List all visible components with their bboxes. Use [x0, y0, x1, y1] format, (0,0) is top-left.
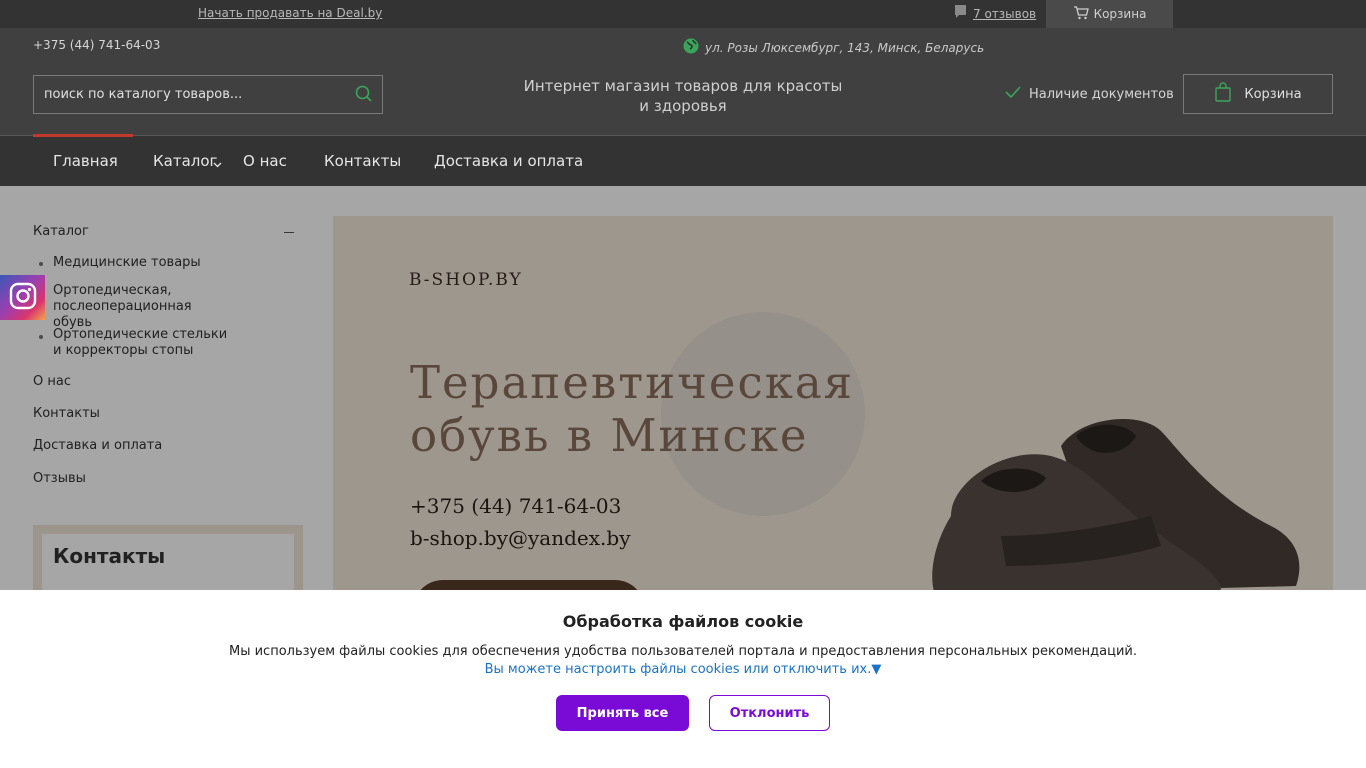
search-icon[interactable] [354, 84, 374, 104]
banner-heading-line-2: обувь в Минске [410, 409, 809, 462]
sidebar-reviews[interactable]: Отзывы [33, 471, 86, 486]
shoe-image [929, 419, 1300, 616]
top-cart-button[interactable]: Корзина [1046, 0, 1173, 28]
nav-about[interactable]: О нас [243, 152, 287, 170]
header-cart-button[interactable]: Корзина [1183, 74, 1333, 114]
sidebar-item-medical[interactable]: Медицинские товары [53, 255, 201, 271]
banner-email: b-shop.by@yandex.by [410, 526, 631, 550]
sidebar-about[interactable]: О нас [33, 374, 71, 389]
tagline-line-2: и здоровья [639, 97, 727, 115]
bag-icon [1214, 82, 1232, 106]
cookie-text: Мы используем файлы cookies для обеспече… [228, 644, 1137, 659]
bullet [39, 335, 43, 339]
bullet [39, 262, 43, 266]
collapse-icon[interactable] [284, 232, 294, 233]
header-phone[interactable]: +375 (44) 741-64-03 [33, 38, 160, 52]
nav-contacts[interactable]: Контакты [324, 152, 401, 170]
sidebar-item-insoles[interactable]: Ортопедические стельки и корректоры стоп… [53, 327, 233, 359]
reviews-block: 7 отзывов [954, 5, 1036, 23]
decline-button[interactable]: Отклонить [709, 695, 830, 731]
cookie-title: Обработка файлов cookie [562, 612, 804, 631]
header-cart-label: Корзина [1244, 86, 1302, 102]
top-bar: Начать продавать на Deal.by 7 отзывов Ко… [0, 0, 1366, 28]
tagline-line-1: Интернет магазин товаров для красоты [523, 77, 843, 95]
banner-heading: Терапевтическая обувь в Минске [410, 356, 854, 462]
nav-delivery[interactable]: Доставка и оплата [434, 152, 583, 170]
comment-icon [954, 4, 967, 24]
check-icon [1005, 86, 1021, 102]
main-nav: Главная Каталог О нас Контакты Доставка … [0, 134, 1366, 186]
start-selling-link[interactable]: Начать продавать на Deal.by [198, 6, 382, 20]
instagram-link[interactable] [0, 275, 45, 320]
header: +375 (44) 741-64-03 ул. Розы Люксембург,… [0, 28, 1366, 136]
address-text: ул. Розы Люксембург, 143, Минск, Беларус… [705, 40, 985, 55]
cart-icon [1073, 5, 1089, 23]
banner-heading-line-1: Терапевтическая [410, 356, 855, 409]
sidebar-item-orthopedic-shoes[interactable]: Ортопедическая, послеоперационная обувь [53, 283, 233, 331]
promo-banner[interactable]: B-SHOP.BY Терапевтическая обувь в Минске… [333, 216, 1333, 616]
documents-availability[interactable]: Наличие документов [1005, 86, 1174, 102]
site-tagline: Интернет магазин товаров для красоты и з… [520, 76, 846, 116]
documents-label: Наличие документов [1029, 86, 1174, 102]
reviews-link[interactable]: 7 отзывов [973, 7, 1036, 21]
instagram-icon [9, 282, 37, 314]
nav-home[interactable]: Главная [53, 152, 118, 170]
banner-phone: +375 (44) 741-64-03 [410, 494, 622, 518]
search-box [33, 75, 383, 114]
top-cart-label: Корзина [1093, 7, 1147, 21]
sidebar-delivery[interactable]: Доставка и оплата [33, 438, 162, 453]
nav-catalog[interactable]: Каталог [153, 152, 217, 170]
chevron-down-icon[interactable] [213, 154, 222, 172]
cookie-consent-panel: Обработка файлов cookie Мы используем фа… [0, 590, 1366, 768]
header-address: ул. Розы Люксембург, 143, Минск, Беларус… [683, 38, 984, 57]
sidebar-catalog[interactable]: Каталог [33, 224, 89, 239]
cookie-settings-link[interactable]: Вы можете настроить файлы cookies или от… [0, 662, 1366, 677]
accept-all-button[interactable]: Принять все [556, 695, 689, 731]
nav-active-indicator [33, 134, 133, 137]
search-input[interactable] [34, 76, 344, 113]
sidebar-contacts[interactable]: Контакты [33, 406, 100, 421]
globe-icon [683, 38, 699, 57]
contacts-title: Контакты [53, 544, 166, 568]
banner-logo: B-SHOP.BY [409, 270, 523, 290]
